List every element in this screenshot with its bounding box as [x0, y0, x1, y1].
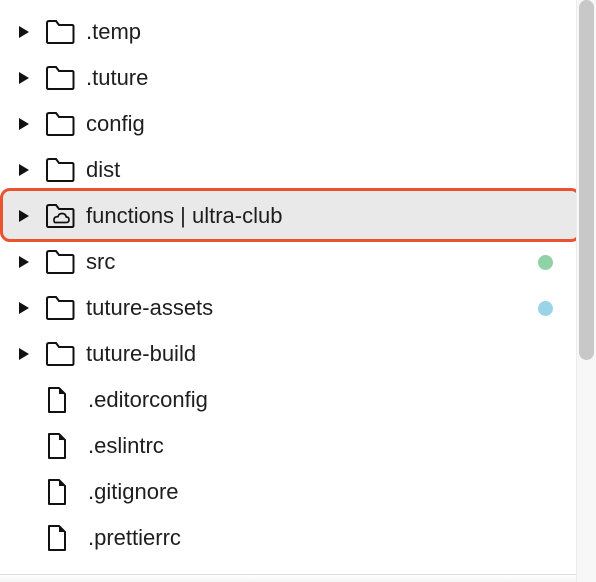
folder-icon — [46, 342, 75, 366]
tree-file-eslintrc[interactable]: .eslintrc — [0, 423, 576, 469]
expand-arrow-icon[interactable] — [19, 72, 29, 84]
folder-label: src — [86, 249, 116, 274]
file-icon — [48, 479, 66, 505]
expand-arrow-icon[interactable] — [19, 348, 29, 360]
expand-arrow-icon[interactable] — [19, 302, 29, 314]
folder-label: .temp — [86, 19, 142, 44]
expand-arrow-icon[interactable] — [19, 118, 29, 130]
folder-label: tuture-build — [86, 341, 197, 366]
vertical-scrollbar[interactable] — [576, 0, 596, 582]
file-icon — [48, 433, 66, 459]
tree-folder-temp[interactable]: .temp — [0, 9, 576, 55]
file-icon — [48, 387, 66, 413]
folder-icon — [46, 158, 75, 182]
file-label: .editorconfig — [88, 387, 208, 412]
tree-folder-src[interactable]: src — [0, 239, 576, 285]
expand-arrow-icon[interactable] — [19, 164, 29, 176]
expand-arrow-icon[interactable] — [19, 26, 29, 38]
folder-icon — [46, 250, 75, 274]
folder-label: .tuture — [86, 65, 149, 90]
tree-folder-config[interactable]: config — [0, 101, 576, 147]
folder-icon — [46, 112, 75, 136]
folder-icon — [46, 66, 75, 90]
status-dot — [538, 255, 553, 270]
tree-folder-tuture-build[interactable]: tuture-build — [0, 331, 576, 377]
file-label: .eslintrc — [88, 433, 164, 458]
tree-file-prettierrc[interactable]: .prettierrc — [0, 515, 576, 561]
tree-file-editorconfig[interactable]: .editorconfig — [0, 377, 576, 423]
tree-file-gitignore[interactable]: .gitignore — [0, 469, 576, 515]
folder-label: dist — [86, 157, 121, 182]
status-dot — [538, 301, 553, 316]
annotation-highlight-box — [0, 188, 581, 242]
folder-label: config — [86, 111, 145, 136]
folder-icon — [46, 296, 75, 320]
folder-label: tuture-assets — [86, 295, 214, 320]
tree-folder-tuture[interactable]: .tuture — [0, 55, 576, 101]
tree-folder-dist[interactable]: dist — [0, 147, 576, 193]
next-row-edge — [0, 574, 576, 582]
file-label: .gitignore — [88, 479, 179, 504]
file-explorer-tree: .temp .tuture config dist functions | ul… — [0, 0, 596, 582]
file-icon — [48, 525, 66, 551]
expand-arrow-icon[interactable] — [19, 256, 29, 268]
scrollbar-thumb[interactable] — [579, 0, 594, 360]
file-label: .prettierrc — [88, 525, 181, 550]
tree-folder-tuture-assets[interactable]: tuture-assets — [0, 285, 576, 331]
folder-icon — [46, 20, 75, 44]
